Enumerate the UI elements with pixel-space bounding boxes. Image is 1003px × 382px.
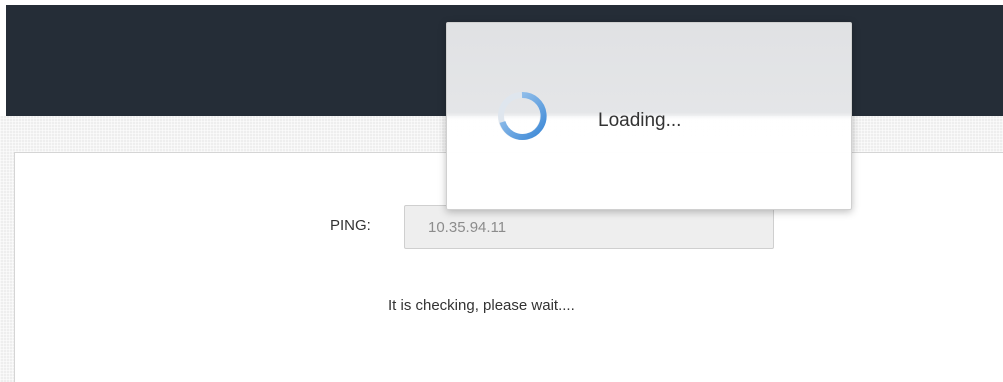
ping-input[interactable] <box>404 205 774 249</box>
left-pattern-border <box>0 116 14 382</box>
loading-dialog: Loading... <box>446 22 852 210</box>
loading-spinner-icon <box>498 91 547 140</box>
ping-label: PING: <box>330 217 371 234</box>
status-message: It is checking, please wait.... <box>388 297 575 314</box>
loading-text: Loading... <box>598 110 682 131</box>
page: PING: It is checking, please wait.... Lo… <box>0 0 1003 382</box>
